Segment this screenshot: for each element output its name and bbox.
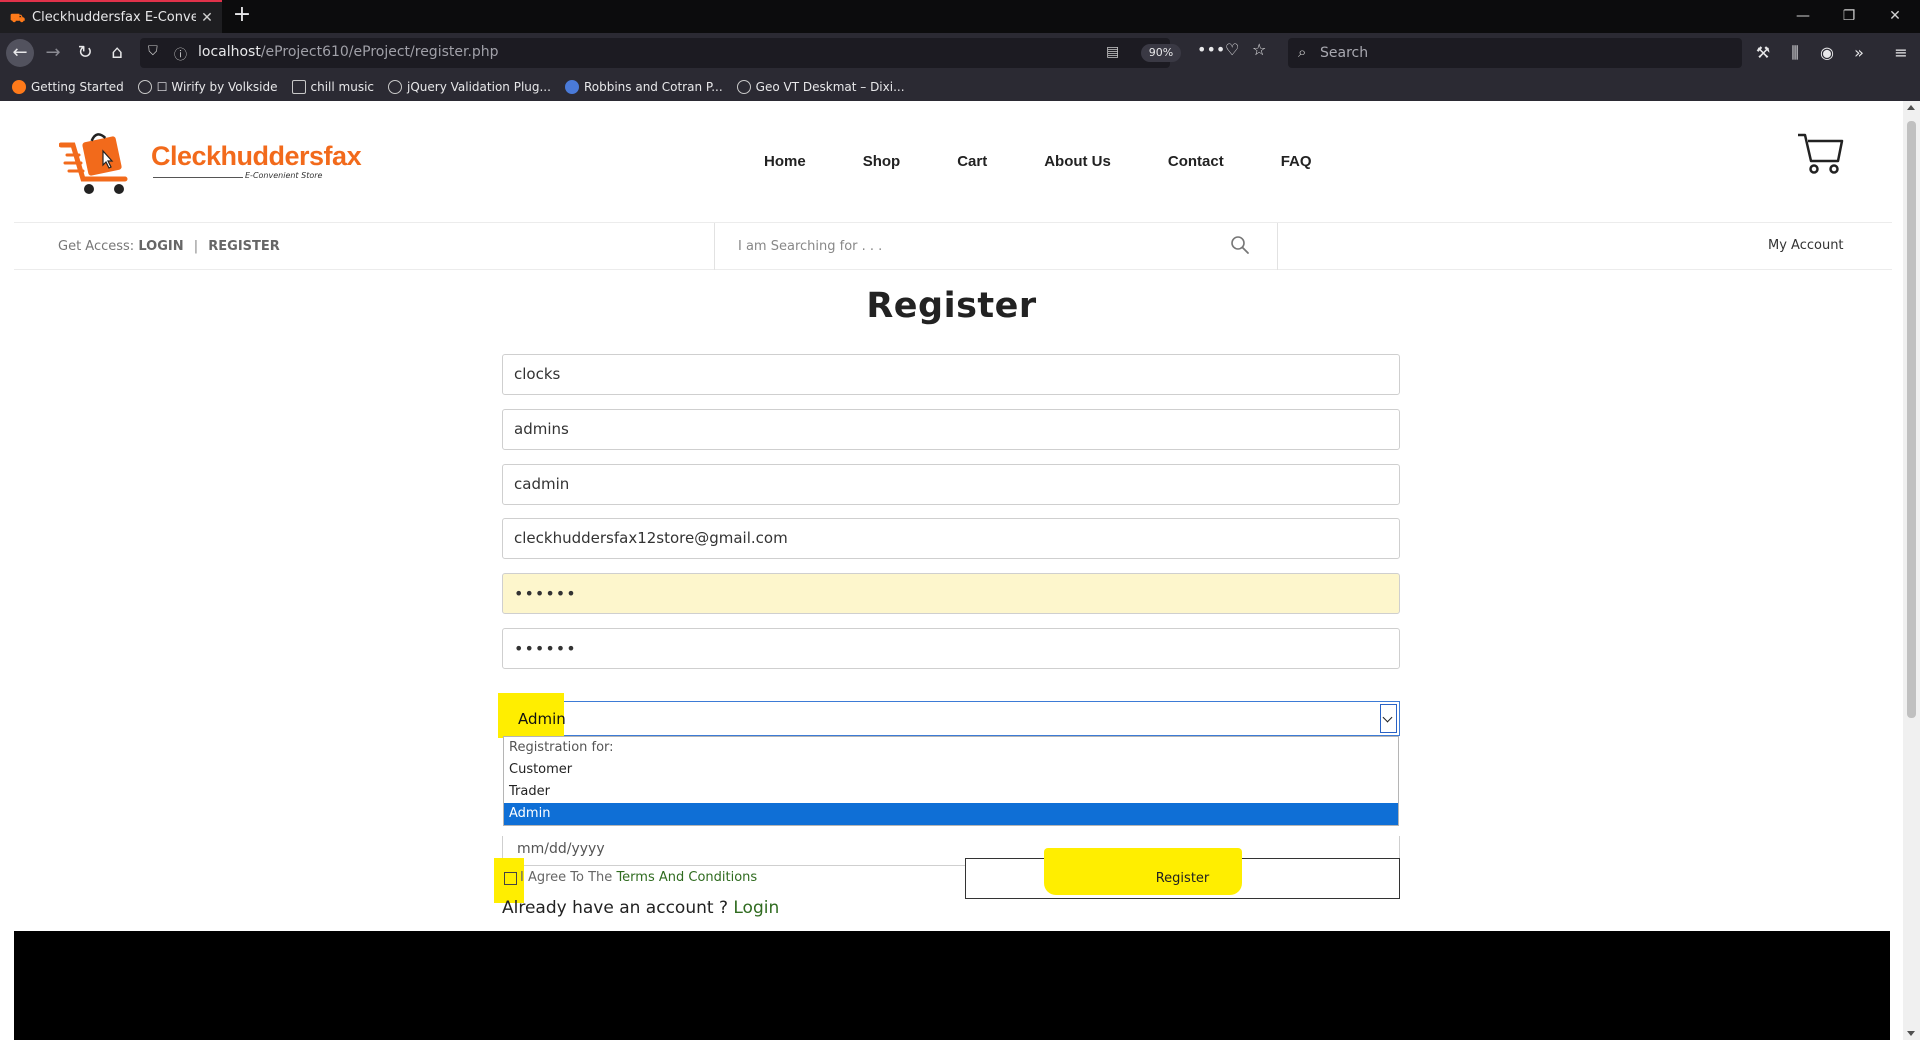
browser-toolbar: ← → ↻ ⌂ ⛉ ⓘ localhost/eProject610/eProje… [0, 33, 1920, 73]
role-selected-value: Admin [518, 710, 566, 728]
nav-shop[interactable]: Shop [863, 153, 901, 170]
search-icon: ⌕ [1298, 43, 1307, 61]
browser-search-placeholder: Search [1320, 45, 1369, 61]
first-name-field[interactable]: clocks [502, 354, 1400, 395]
nav-faq[interactable]: FAQ [1281, 153, 1312, 170]
browser-title-bar: ⛟ Cleckhuddersfax E-Convenient ✕ + — ❐ ✕ [0, 0, 1920, 33]
firefox-icon [12, 80, 26, 94]
tab-title: Cleckhuddersfax E-Convenient [32, 10, 196, 25]
url-text[interactable]: localhost/eProject610/eProject/register.… [198, 44, 499, 60]
account-access-links: Get Access: LOGIN | REGISTER [58, 239, 280, 254]
dropdown-option-trader[interactable]: Trader [504, 781, 1398, 803]
bookmark-item[interactable]: Robbins and Cotran P... [564, 80, 723, 94]
username-field[interactable]: cadmin [502, 464, 1400, 505]
bookmark-item[interactable]: ☐ Wirify by Volkside [137, 80, 278, 94]
logo-wordmark: Cleckhuddersfax [151, 141, 362, 171]
logo-rule [153, 177, 243, 178]
terms-checkbox[interactable] [504, 872, 517, 885]
account-avatar-icon[interactable]: ◉ [1814, 41, 1840, 65]
scrollbar-thumb[interactable] [1907, 121, 1916, 718]
new-tab-button[interactable]: + [230, 4, 254, 28]
site-info-icon[interactable]: ⓘ [174, 44, 187, 63]
reader-view-icon[interactable]: ▤ [1106, 44, 1119, 60]
globe-icon [736, 80, 751, 94]
dropdown-option-admin[interactable]: Admin [504, 803, 1398, 825]
globe-icon [388, 80, 403, 94]
my-account-link[interactable]: My Account [1768, 238, 1844, 253]
bookmark-item[interactable]: jQuery Validation Plug... [388, 80, 551, 94]
site-logo[interactable]: Cleckhuddersfax E-Convenient Store [59, 131, 362, 199]
chevron-down-icon[interactable] [1380, 704, 1397, 733]
restore-window-button[interactable]: ❐ [1826, 0, 1872, 33]
email-field[interactable]: cleckhuddersfax12store@gmail.com [502, 518, 1400, 559]
site-footer [14, 931, 1890, 1040]
utility-bar: Get Access: LOGIN | REGISTER I am Search… [14, 223, 1892, 270]
web-page: Cleckhuddersfax E-Convenient Store Home … [0, 101, 1920, 1040]
back-button[interactable]: ← [6, 39, 34, 67]
site-search-input[interactable]: I am Searching for . . . [738, 239, 882, 254]
register-button[interactable]: Register [965, 848, 1400, 899]
nav-about-us[interactable]: About Us [1044, 153, 1111, 170]
registration-role-select[interactable]: Admin [498, 693, 1400, 738]
minimize-window-button[interactable]: — [1780, 0, 1826, 33]
nav-contact[interactable]: Contact [1168, 153, 1224, 170]
dropdown-option-header: Registration for: [509, 740, 614, 755]
pocket-icon[interactable]: ♡ [1225, 40, 1239, 59]
scroll-down-arrow-icon[interactable] [1907, 1031, 1915, 1036]
folder-icon [291, 80, 306, 94]
register-link[interactable]: REGISTER [208, 239, 280, 254]
login-link[interactable]: LOGIN [138, 239, 183, 254]
divider [1277, 223, 1278, 270]
bookmark-item[interactable]: Geo VT Deskmat – Dixi... [736, 80, 905, 94]
hamburger-menu-icon[interactable]: ≡ [1888, 41, 1914, 65]
reload-button[interactable]: ↻ [72, 41, 98, 65]
bookmark-item[interactable]: Getting Started [12, 80, 124, 94]
bookmark-star-icon[interactable]: ☆ [1252, 40, 1266, 59]
page-title: Register [866, 286, 1037, 326]
home-icon[interactable]: ⌂ [104, 41, 130, 65]
scroll-up-arrow-icon[interactable] [1907, 105, 1915, 110]
globe-icon [137, 80, 152, 94]
site-header: Cleckhuddersfax E-Convenient Store Home … [14, 101, 1892, 223]
developer-tools-icon[interactable]: ⚒ [1750, 41, 1776, 65]
browser-search-box[interactable]: ⌕ Search [1288, 38, 1742, 68]
link-separator: | [193, 239, 199, 254]
role-dropdown-list: Registration for: Customer Trader Admin [503, 736, 1399, 826]
bookmark-folder[interactable]: chill music [291, 80, 374, 94]
register-button-label: Register [1155, 871, 1210, 886]
forward-button[interactable]: → [40, 41, 66, 65]
nav-cart[interactable]: Cart [957, 153, 987, 170]
nav-home[interactable]: Home [764, 153, 806, 170]
dob-placeholder: mm/dd/yyyy [517, 841, 605, 857]
shopping-cart-logo-icon [59, 133, 128, 194]
already-have-account: Already have an account ? Login [502, 898, 780, 918]
login-link[interactable]: Login [733, 898, 779, 918]
browser-tab[interactable]: ⛟ Cleckhuddersfax E-Convenient ✕ [0, 0, 222, 33]
overflow-menu-icon[interactable]: » [1846, 41, 1872, 65]
confirm-password-field[interactable]: •••••• [502, 628, 1400, 669]
site-icon [564, 80, 579, 94]
password-field[interactable]: •••••• [502, 573, 1400, 614]
dropdown-option-customer[interactable]: Customer [504, 759, 1398, 781]
main-navigation: Home Shop Cart About Us Contact FAQ [764, 153, 1369, 170]
last-name-field[interactable]: admins [502, 409, 1400, 450]
site-favicon-icon: ⛟ [10, 10, 26, 25]
terms-label: I Agree To The Terms And Conditions [520, 870, 758, 885]
bookmarks-toolbar: Getting Started ☐ Wirify by Volkside chi… [0, 73, 1920, 101]
search-icon[interactable] [1230, 235, 1250, 255]
access-label: Get Access: [58, 239, 135, 254]
close-window-button[interactable]: ✕ [1872, 0, 1918, 33]
library-icon[interactable]: ⫼ [1782, 41, 1808, 65]
divider [714, 223, 715, 270]
terms-link[interactable]: Terms And Conditions [616, 870, 757, 885]
logo-tagline: E-Convenient Store [245, 171, 323, 180]
vertical-scrollbar[interactable] [1903, 101, 1920, 1040]
close-tab-icon[interactable]: ✕ [198, 9, 216, 27]
tracking-shield-icon[interactable]: ⛉ [148, 44, 158, 59]
page-actions-icon[interactable]: ••• [1197, 40, 1225, 59]
address-bar[interactable]: ⛉ ⓘ localhost/eProject610/eProject/regis… [140, 38, 1266, 68]
zoom-level-badge[interactable]: 90% [1141, 44, 1181, 62]
cart-icon[interactable] [1796, 129, 1844, 177]
